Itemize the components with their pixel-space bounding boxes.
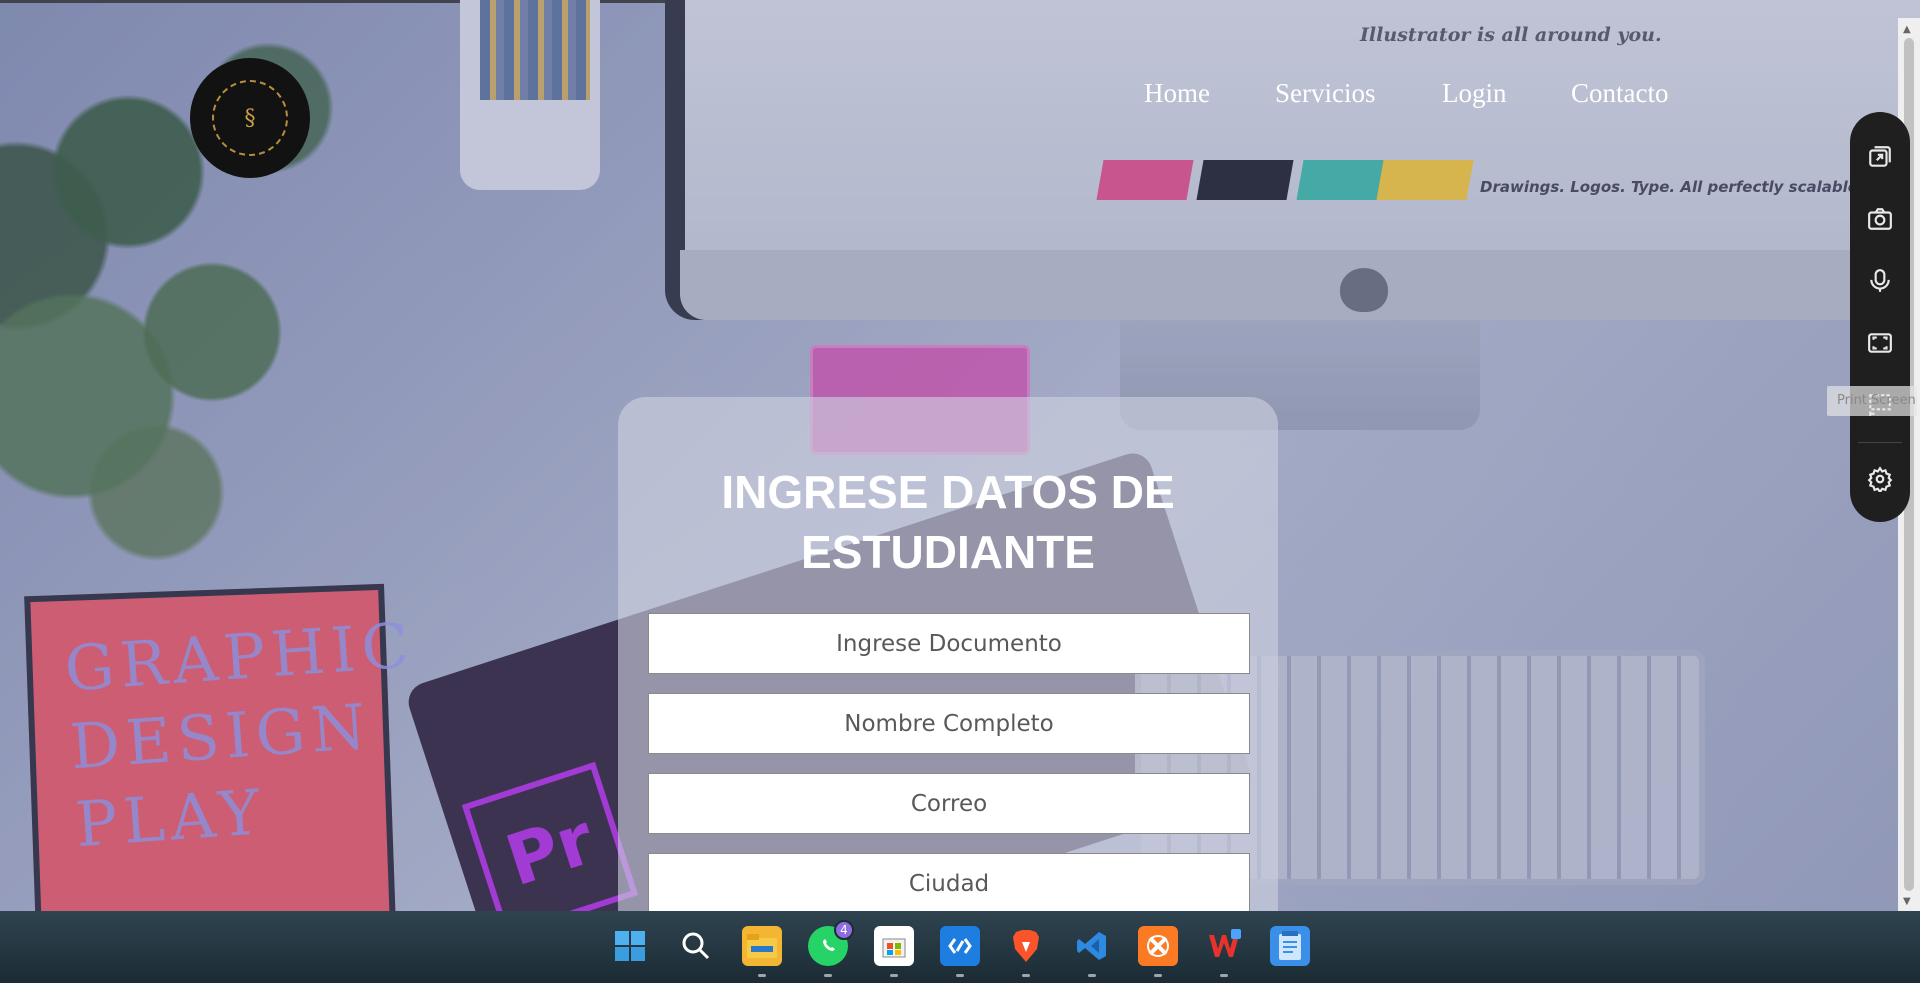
scroll-down-icon[interactable]: ▼ <box>1903 896 1911 907</box>
print-screen-tooltip: Print Screen <box>1827 386 1917 416</box>
wps-office-icon[interactable] <box>1204 926 1244 966</box>
documento-input[interactable] <box>648 613 1250 674</box>
xampp-icon[interactable] <box>1138 926 1178 966</box>
settings-icon[interactable] <box>1865 464 1895 494</box>
nav-link-home[interactable]: Home <box>1144 78 1210 109</box>
remote-desktop-icon[interactable] <box>940 926 980 966</box>
file-explorer-running-indicator <box>758 974 766 977</box>
store-running-indicator <box>890 974 898 977</box>
logo-monogram-icon: § <box>212 80 288 156</box>
xampp-running-indicator <box>1154 974 1162 977</box>
notepad-icon[interactable] <box>1270 926 1310 966</box>
file-explorer-icon[interactable] <box>742 926 782 966</box>
vscode-running-indicator <box>1088 974 1096 977</box>
whatsapp-badge: 4 <box>834 920 854 940</box>
search-icon[interactable] <box>676 926 716 966</box>
nav-link-contacto[interactable]: Contacto <box>1571 78 1668 109</box>
microphone-icon[interactable] <box>1865 266 1895 296</box>
page-viewport: Illustrator is all around you. Drawings.… <box>0 0 1920 911</box>
start-icon[interactable] <box>610 926 650 966</box>
remote-desktop-running-indicator <box>956 974 964 977</box>
brave-browser-icon[interactable] <box>1006 926 1046 966</box>
site-logo[interactable]: § <box>190 58 310 178</box>
correo-input[interactable] <box>648 773 1250 834</box>
capture-toolbar <box>1850 112 1910 522</box>
brave-running-indicator <box>1022 974 1030 977</box>
nombre-completo-input[interactable] <box>648 693 1250 754</box>
fullscreen-capture-icon[interactable] <box>1865 328 1895 358</box>
taskbar: 4 <box>0 911 1920 983</box>
ciudad-input[interactable] <box>648 853 1250 911</box>
scroll-up-icon[interactable]: ▲ <box>1903 24 1911 35</box>
vscode-icon[interactable] <box>1072 926 1112 966</box>
toolbar-divider <box>1858 442 1902 443</box>
whatsapp-running-indicator <box>824 974 832 977</box>
nav-link-login[interactable]: Login <box>1442 78 1507 109</box>
camera-icon[interactable] <box>1865 204 1895 234</box>
cast-icon[interactable] <box>1865 142 1895 172</box>
microsoft-store-icon[interactable] <box>874 926 914 966</box>
form-title: INGRESE DATOS DE ESTUDIANTE <box>721 466 1175 578</box>
wps-running-indicator <box>1220 974 1228 977</box>
nav-link-servicios[interactable]: Servicios <box>1275 78 1376 109</box>
